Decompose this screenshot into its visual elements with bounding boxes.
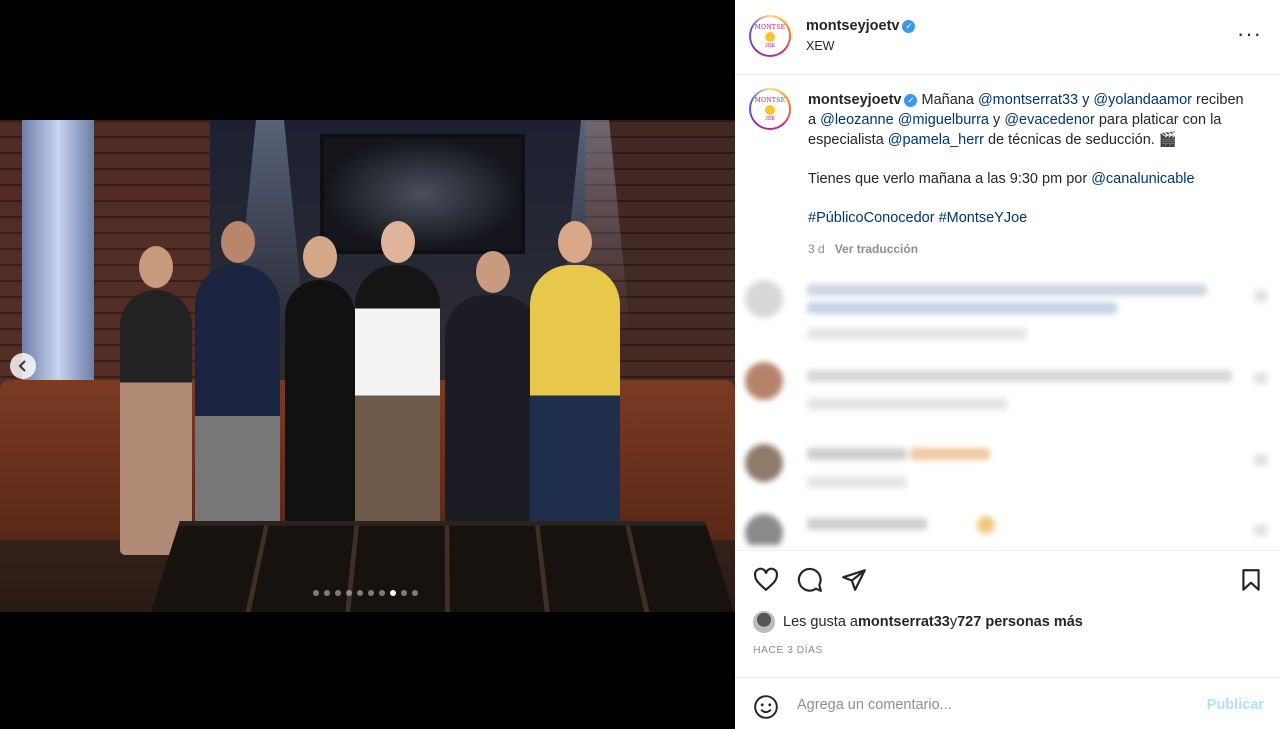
caption-schedule: Tienes que verlo mañana a las 9:30 pm po… [808, 169, 1250, 189]
comment-avatar [745, 444, 783, 482]
caption-username[interactable]: montseyjoetv [808, 92, 901, 108]
comment-text-blurred [807, 302, 1117, 314]
caption-text: montseyjoetv ✓ Mañana @montserrat33 y @yo… [808, 90, 1250, 150]
liker-username[interactable]: montserrat33 [858, 614, 950, 630]
photo-person [195, 221, 280, 555]
photo-person [445, 251, 540, 555]
post-timestamp: HACE 3 DÍAS [753, 644, 823, 656]
comment-text-blurred [807, 370, 1232, 382]
caption-text-segment: Mañana [921, 92, 978, 108]
avatar-logo-text: JOE [765, 42, 775, 49]
comment-emoji-blurred [910, 448, 990, 460]
post-photo[interactable] [0, 120, 735, 612]
translate-link[interactable]: Ver traducción [835, 242, 918, 256]
verified-icon: ✓ [904, 93, 918, 107]
photo-person [120, 246, 192, 555]
post-caption: montseyjoetv ✓ Mañana @montserrat33 y @yo… [735, 90, 1280, 259]
heart-icon[interactable] [753, 567, 779, 593]
comment-input[interactable] [797, 693, 1187, 717]
comment-meta-blurred [807, 398, 1007, 410]
comment-composer: Publicar [735, 677, 1280, 729]
caption-hashtags[interactable]: #PúblicoConocedor #MontseYJoe [808, 208, 1250, 228]
verified-icon: ✓ [902, 20, 916, 33]
photo-person [285, 236, 355, 555]
likes-joiner: y [949, 614, 958, 630]
comment-heart-icon [1254, 372, 1268, 384]
caption-meta: 3 d Ver traducción [808, 239, 1250, 259]
comment-heart-icon [1254, 454, 1268, 466]
carousel-dot [324, 590, 330, 596]
comment-heart-icon [1254, 524, 1268, 536]
caption-mention[interactable]: @leozanne [820, 112, 894, 128]
chevron-left-icon [18, 360, 26, 372]
comment-text-blurred [807, 518, 927, 530]
post-actions [735, 550, 1280, 606]
share-icon[interactable] [841, 567, 867, 593]
carousel-dots [313, 590, 418, 596]
avatar-logo-text: MONTSE [754, 23, 786, 31]
publish-button[interactable]: Publicar [1207, 697, 1264, 713]
post-header: MONTSE JOE montseyjoetv ✓ XEW ··· [735, 0, 1280, 75]
bookmark-icon[interactable] [1238, 567, 1264, 593]
caption-mention[interactable]: @miguelburra [898, 112, 989, 128]
liker-avatar[interactable] [753, 611, 775, 633]
comment-icon[interactable] [797, 567, 823, 593]
photo-glass-table [150, 521, 735, 612]
avatar-logo-sun [765, 31, 775, 42]
likes-prefix: Les gusta a [783, 614, 858, 630]
blurred-comments [745, 270, 1280, 545]
photo-person [355, 221, 440, 555]
account-username[interactable]: montseyjoetv [806, 18, 899, 34]
caption-text-segment: de técnicas de seducción. 🎬 [983, 132, 1177, 148]
photo-tv-screen [320, 134, 525, 254]
caption-age: 3 d [808, 242, 825, 256]
carousel-dot [368, 590, 374, 596]
comment-item [745, 352, 1280, 434]
carousel-dot [412, 590, 418, 596]
carousel-dot [357, 590, 363, 596]
likes-summary: Les gusta a montserrat33 y 727 personas … [753, 611, 1083, 633]
caption-text-segment: y [989, 112, 1005, 128]
caption-mention[interactable]: @pamela_herr [888, 132, 984, 148]
comment-item [745, 504, 1280, 545]
comment-item [745, 434, 1280, 504]
comment-text-blurred [807, 448, 907, 460]
account-avatar[interactable]: MONTSE JOE [749, 15, 791, 57]
comment-emoji-blurred [977, 516, 995, 534]
carousel-prev-button[interactable] [10, 353, 36, 379]
carousel-dot [346, 590, 352, 596]
comment-avatar [745, 280, 783, 318]
comment-heart-icon [1254, 290, 1268, 302]
post-side-panel: MONTSE JOE montseyjoetv ✓ XEW ··· MONTSE … [735, 0, 1280, 729]
comment-meta-blurred [807, 476, 907, 488]
comment-meta-blurred [807, 328, 1027, 340]
carousel-dot [335, 590, 341, 596]
media-pane [0, 0, 735, 729]
carousel-dot [401, 590, 407, 596]
caption-text-segment: y [1078, 92, 1094, 108]
carousel-dot [313, 590, 319, 596]
comment-avatar [745, 514, 783, 545]
more-icon[interactable]: ··· [1237, 23, 1262, 45]
caption-mention[interactable]: @yolandaamor [1093, 92, 1192, 108]
emoji-icon[interactable] [753, 694, 779, 720]
caption-schedule-text: Tienes que verlo mañana a las 9:30 pm po… [808, 171, 1092, 187]
caption-mention[interactable]: @montserrat33 [978, 92, 1078, 108]
likes-others-link[interactable]: 727 personas más [957, 614, 1083, 630]
comment-avatar [745, 362, 783, 400]
carousel-dot-active [390, 590, 396, 596]
post-location[interactable]: XEW [806, 39, 834, 53]
comment-text-blurred [807, 284, 1207, 296]
photo-person [530, 221, 620, 555]
carousel-dot [379, 590, 385, 596]
caption-mention[interactable]: @canalunicable [1091, 171, 1194, 187]
caption-mention[interactable]: @evacedenor [1004, 112, 1095, 128]
comment-item [745, 270, 1280, 352]
